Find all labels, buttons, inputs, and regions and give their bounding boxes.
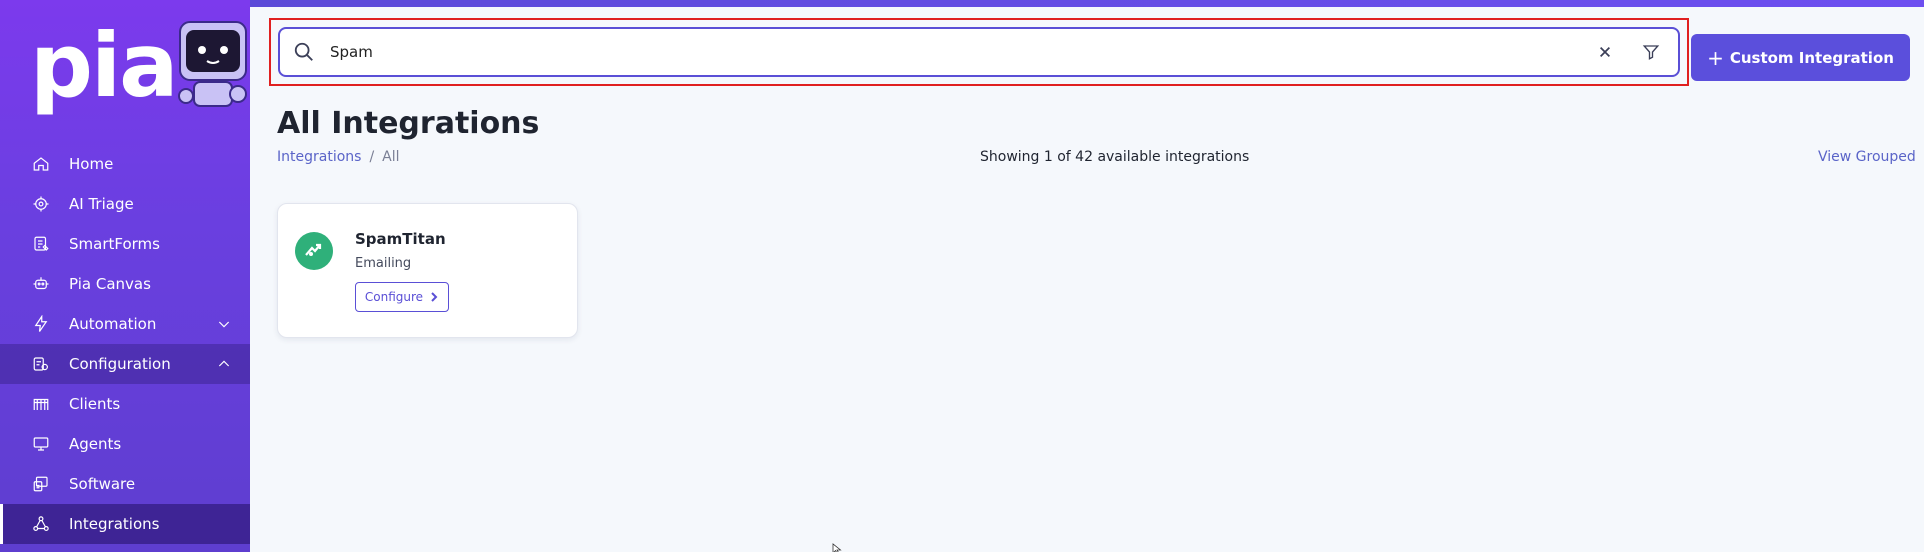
sidebar-item-ai-triage[interactable]: AI Triage xyxy=(0,184,250,224)
sidebar-item-label: Home xyxy=(69,155,114,173)
integration-name: SpamTitan xyxy=(355,230,446,248)
sidebar-item-label: Automation xyxy=(69,315,157,333)
chevron-up-icon[interactable] xyxy=(216,356,232,372)
sidebar-item-label: Agents xyxy=(69,435,122,453)
sidebar-item-label: SmartForms xyxy=(69,235,160,253)
search-icon xyxy=(293,41,315,63)
app-window: pia Home AI Triage SmartForms Pia Canvas… xyxy=(0,0,1924,560)
custom-integration-button[interactable]: + Custom Integration xyxy=(1691,34,1910,81)
view-grouped-link[interactable]: View Grouped xyxy=(1818,149,1916,165)
spamtitan-logo-icon xyxy=(295,232,333,270)
filter-button[interactable] xyxy=(1640,41,1662,63)
breadcrumb: Integrations / All xyxy=(277,149,400,165)
sidebar-item-label: Pia Canvas xyxy=(69,275,151,293)
sidebar-item-smartforms[interactable]: SmartForms xyxy=(0,224,250,264)
plus-icon: + xyxy=(1707,45,1724,70)
integration-card[interactable]: SpamTitan Emailing Configure xyxy=(277,203,578,338)
home-icon xyxy=(32,155,50,173)
search-highlight-frame xyxy=(269,18,1689,86)
breadcrumb-separator: / xyxy=(369,149,375,165)
sidebar-item-integrations[interactable]: Integrations xyxy=(0,504,250,544)
sidebar-item-configuration[interactable]: Configuration xyxy=(0,344,250,384)
sidebar-item-clients[interactable]: Clients xyxy=(0,384,250,424)
bolt-icon xyxy=(32,315,50,333)
custom-integration-label: Custom Integration xyxy=(1729,48,1894,67)
configure-label: Configure xyxy=(364,290,424,304)
chevron-right-icon xyxy=(431,292,438,302)
monitor-icon xyxy=(32,435,50,453)
sidebar-item-label: AI Triage xyxy=(69,195,134,213)
form-icon xyxy=(32,235,50,253)
software-icon xyxy=(32,475,50,493)
sidebar-item-home[interactable]: Home xyxy=(0,144,250,184)
filter-icon xyxy=(1642,45,1660,60)
sidebar-nav: Home AI Triage SmartForms Pia Canvas Aut… xyxy=(0,144,250,544)
chevron-down-icon[interactable] xyxy=(216,316,232,332)
sidebar-item-automation[interactable]: Automation xyxy=(0,304,250,344)
sidebar-item-label: Software xyxy=(69,475,136,493)
config-icon xyxy=(32,355,50,373)
sidebar: pia Home AI Triage SmartForms Pia Canvas… xyxy=(0,0,250,552)
sidebar-item-pia-canvas[interactable]: Pia Canvas xyxy=(0,264,250,304)
search-bar[interactable] xyxy=(278,27,1680,77)
page-title: All Integrations xyxy=(277,106,540,141)
sidebar-item-label: Configuration xyxy=(69,355,171,373)
breadcrumb-current: All xyxy=(382,149,400,165)
sidebar-item-agents[interactable]: Agents xyxy=(0,424,250,464)
brand-logo[interactable]: pia xyxy=(30,22,179,110)
sidebar-item-label: Integrations xyxy=(69,515,160,533)
bottom-strip xyxy=(0,552,1924,560)
top-accent-bar xyxy=(250,0,1924,7)
sidebar-item-label: Clients xyxy=(69,395,121,413)
integration-category: Emailing xyxy=(355,256,412,271)
integrations-icon xyxy=(32,515,50,533)
canvas-icon xyxy=(32,275,50,293)
breadcrumb-link-integrations[interactable]: Integrations xyxy=(277,149,361,165)
clients-icon xyxy=(32,395,50,413)
ai-chip-icon xyxy=(32,195,50,213)
search-input[interactable] xyxy=(330,37,1594,67)
configure-button[interactable]: Configure xyxy=(355,282,449,312)
results-count: Showing 1 of 42 available integrations xyxy=(980,149,1250,165)
sidebar-item-software[interactable]: Software xyxy=(0,464,250,504)
clear-search-button[interactable] xyxy=(1594,41,1616,63)
mascot-robot-icon xyxy=(178,21,247,107)
close-icon xyxy=(1600,47,1610,57)
